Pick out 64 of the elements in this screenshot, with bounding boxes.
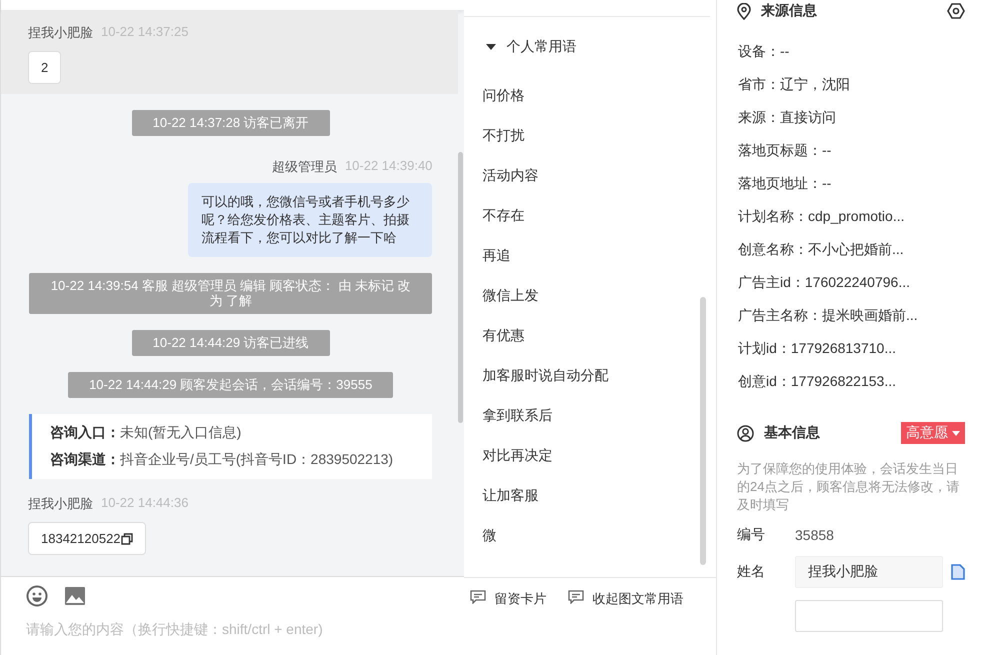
location-pin-icon [737, 2, 751, 20]
system-notice: 10-22 14:44:29 访客已进线 [132, 330, 330, 356]
source-field: 计划名称：cdp_promotio... [737, 200, 965, 233]
intent-dropdown[interactable]: 高意愿 [901, 422, 965, 444]
source-field: 广告主名称：提米映画婚前... [737, 299, 965, 332]
message-time: 10-22 14:44:36 [101, 495, 188, 512]
system-notice: 10-22 14:44:29 顾客发起会话，会话编号：39555 [68, 372, 394, 398]
phrase-item[interactable]: 再追 [482, 235, 698, 275]
phrase-item[interactable]: 不存在 [482, 195, 698, 235]
phrase-item[interactable]: 问价格 [482, 75, 698, 115]
sender-name: 捏我小肥脸 [28, 24, 93, 42]
info-value: 未知(暂无入口信息) [120, 424, 242, 440]
field-value: 35858 [795, 527, 834, 543]
source-field: 广告主id：176022240796... [737, 266, 965, 299]
source-field: 落地页地址：-- [737, 167, 965, 200]
source-field: 创意名称：不小心把婚前... [737, 233, 965, 266]
message-time: 10-22 14:39:40 [344, 158, 432, 176]
field-label: 姓名 [737, 563, 766, 581]
sender-name: 超级管理员 [272, 158, 337, 176]
source-field: 创意id：177926822153... [737, 365, 965, 398]
phrase-item[interactable]: 让加客服 [482, 475, 698, 515]
phrase-group-label: 个人常用语 [506, 38, 576, 56]
phrase-item[interactable]: 活动内容 [482, 155, 698, 195]
text-field[interactable]: 捏我小肥脸 [795, 556, 943, 588]
phrase-item[interactable]: 有优惠 [482, 315, 698, 355]
caret-icon [952, 430, 960, 436]
source-field: 落地页标题：-- [737, 134, 965, 167]
info-label: 咨询渠道： [50, 451, 120, 468]
source-field: 计划id：177926813710... [737, 332, 965, 365]
notice-text: 为了保障您的使用体验，会话发生当日的24点之后，顾客信息将无法修改，请及时填写 [737, 460, 960, 514]
settings-icon[interactable] [947, 2, 965, 20]
phrase-item[interactable]: 加客服时说自动分配 [482, 355, 698, 395]
system-notice: 10-22 14:37:28 访客已离开 [132, 110, 330, 136]
emoji-icon[interactable] [26, 585, 48, 607]
scrollbar[interactable] [700, 297, 706, 565]
message-text: 18342120522 [41, 531, 121, 546]
user-circle-icon [737, 424, 754, 442]
source-field: 省市：辽宁，沈阳 [737, 68, 965, 101]
info-label: 咨询入口： [50, 424, 120, 440]
text-field[interactable] [795, 600, 943, 632]
sender-name: 捏我小肥脸 [28, 495, 93, 514]
phrase-item[interactable]: 微 [482, 515, 698, 555]
section-title: 来源信息 [761, 2, 817, 20]
image-icon[interactable] [64, 586, 86, 606]
field-label: 编号 [737, 526, 766, 544]
phrase-item[interactable]: 对比再决定 [482, 435, 698, 475]
phrase-action-button[interactable]: 收起图文常用语 [562, 590, 690, 608]
phrase-item[interactable]: 不打扰 [482, 115, 698, 155]
copy-icon[interactable] [120, 532, 133, 545]
scrollbar[interactable] [458, 152, 464, 423]
phrase-group-toggle[interactable]: 个人常用语 [482, 37, 698, 57]
phrase-action-button[interactable]: 留资卡片 [464, 590, 552, 608]
source-field: 设备：-- [737, 35, 965, 68]
phrase-item[interactable]: 拿到联系后 [482, 395, 698, 435]
source-field: 来源：直接访问 [737, 101, 965, 134]
message-icon [568, 590, 584, 604]
section-title: 基本信息 [764, 424, 820, 442]
phrase-item[interactable]: 微信上发 [482, 275, 698, 315]
system-notice: 10-22 14:39:54 客服 超级管理员 编辑 顾客状态： 由 未标记 改为 了解 [29, 273, 432, 314]
document-icon[interactable] [951, 564, 965, 580]
info-value: 抖音企业号/员工号(抖音号ID：2839502213) [120, 451, 394, 468]
message-text: 2 [41, 60, 48, 75]
message-icon [470, 590, 486, 604]
message-bubble: 可以的哦，您微信号或者手机号多少呢？给您发价格表、主题客片、拍摄流程看下，您可以对比了解一下哈 [188, 183, 432, 258]
